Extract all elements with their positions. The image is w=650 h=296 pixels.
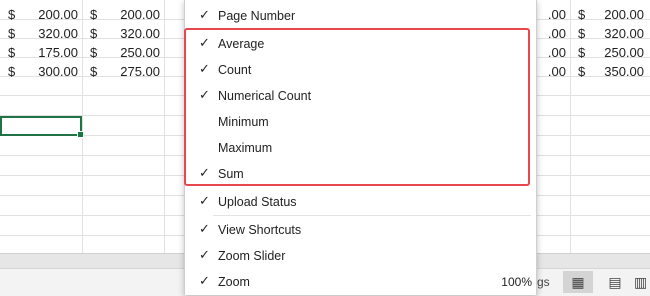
highlight-box (184, 28, 530, 186)
cell-value[interactable]: 200.00 (586, 5, 644, 24)
menu-item-label: Zoom Slider (218, 249, 286, 263)
normal-view-button[interactable]: ▦ (563, 271, 593, 293)
menu-item-page-number[interactable]: ✓ Page Number (185, 3, 536, 29)
menu-item-zoom-slider[interactable]: ✓ Zoom Slider (185, 243, 536, 269)
page-layout-view-icon: ▤ (608, 273, 622, 290)
column-divider (570, 0, 571, 253)
page-break-view-icon: ▥ (634, 273, 648, 290)
cell-value[interactable]: 250.00 (102, 43, 160, 62)
cell-value[interactable]: 250.00 (586, 43, 644, 62)
menu-item-zoom[interactable]: ✓ Zoom 100% (185, 269, 536, 295)
cell-value[interactable]: 175.00 (20, 43, 78, 62)
cell-value[interactable]: 200.00 (20, 5, 78, 24)
currency-symbol: $ (8, 26, 16, 41)
page-layout-view-button[interactable]: ▤ (600, 271, 630, 293)
column-divider (164, 0, 165, 253)
cell-value[interactable]: 320.00 (586, 24, 644, 43)
zoom-value: 100% (501, 275, 532, 289)
currency-symbol: $ (8, 45, 16, 60)
currency-symbol: $ (90, 64, 98, 79)
menu-item-label: Zoom (218, 275, 250, 289)
currency-symbol: $ (578, 64, 586, 79)
currency-symbol: $ (90, 26, 98, 41)
fill-handle[interactable] (77, 131, 84, 138)
checkmark-icon: ✓ (199, 273, 210, 288)
currency-symbol: $ (90, 45, 98, 60)
status-text-partial: gs (537, 275, 550, 289)
menu-item-label: Page Number (218, 9, 296, 23)
currency-symbol: $ (90, 7, 98, 22)
checkmark-icon: ✓ (199, 193, 210, 208)
menu-item-upload-status[interactable]: ✓ Upload Status (185, 189, 536, 215)
menu-item-label: Upload Status (218, 195, 297, 209)
cell-value[interactable]: 275.00 (102, 62, 160, 81)
menu-separator (213, 215, 531, 216)
page-break-view-button[interactable]: ▥ (634, 271, 650, 293)
active-cell-selection[interactable] (0, 116, 84, 138)
menu-item-view-shortcuts[interactable]: ✓ View Shortcuts (185, 217, 536, 243)
currency-symbol: $ (578, 45, 586, 60)
menu-item-label: View Shortcuts (218, 223, 302, 237)
checkmark-icon: ✓ (199, 221, 210, 236)
currency-symbol: $ (578, 26, 586, 41)
currency-symbol: $ (578, 7, 586, 22)
checkmark-icon: ✓ (199, 7, 210, 22)
normal-view-icon: ▦ (571, 273, 585, 290)
cell-value[interactable]: 350.00 (586, 62, 644, 81)
cell-value[interactable]: 320.00 (20, 24, 78, 43)
cell-value[interactable]: 200.00 (102, 5, 160, 24)
column-divider (82, 0, 83, 253)
checkmark-icon: ✓ (199, 247, 210, 262)
cell-value[interactable]: 300.00 (20, 62, 78, 81)
cell-value[interactable]: 320.00 (102, 24, 160, 43)
currency-symbol: $ (8, 64, 16, 79)
currency-symbol: $ (8, 7, 16, 22)
